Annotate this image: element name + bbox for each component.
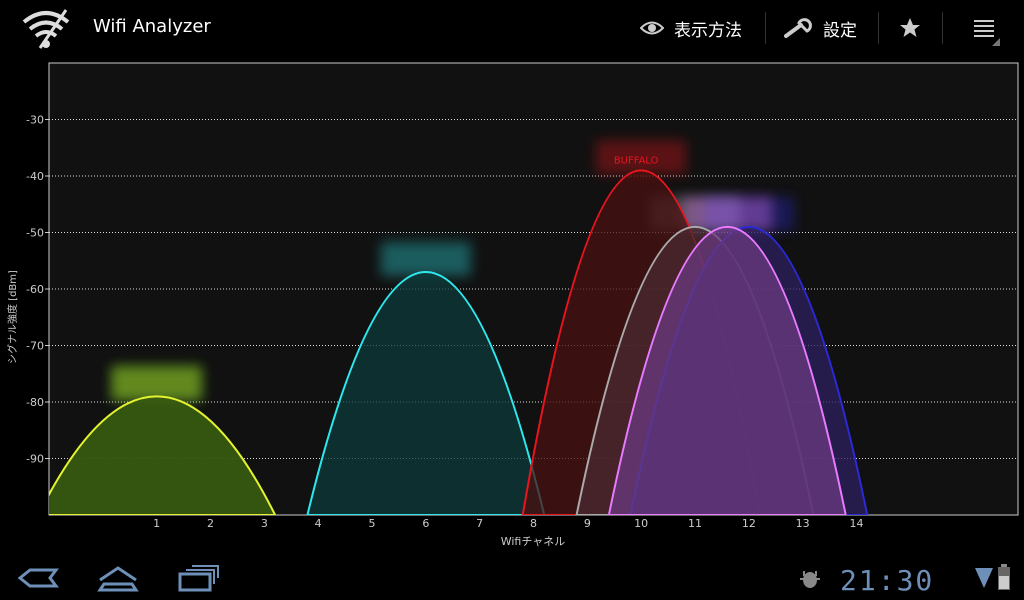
overflow-menu-icon [974, 20, 994, 37]
x-tick-label: 14 [850, 517, 864, 530]
android-debug-icon [800, 571, 820, 588]
view-mode-button[interactable]: 表示方法 [640, 10, 742, 46]
divider [765, 12, 766, 44]
y-tick-label: -80 [26, 396, 44, 409]
menu-corner-indicator [992, 38, 1000, 46]
network-labels: BUFFALO [614, 155, 659, 166]
x-tick-label: 1 [153, 517, 160, 530]
x-tick-label: 13 [796, 517, 810, 530]
network-label-glow [380, 242, 471, 277]
action-bar: Wifi Analyzer 表示方法 設定 [0, 0, 1024, 56]
home-icon[interactable] [96, 562, 140, 594]
wrench-icon [784, 18, 812, 38]
x-axis-ticks: 1 2 3 4 5 6 7 8 9 10 11 12 13 14 [153, 517, 863, 530]
network-ssid-label: BUFFALO [614, 155, 659, 166]
x-tick-label: 10 [634, 517, 648, 530]
wifi-signal-icon[interactable] [20, 8, 72, 50]
star-icon [900, 18, 920, 37]
network-label-glow [111, 366, 202, 401]
clock[interactable]: 21:30 [840, 564, 934, 597]
settings-button[interactable]: 設定 [783, 10, 857, 46]
signal-chart: -30 -40 -50 -60 -70 -80 -90 1 2 3 4 5 6 7 8 9 10 11 12 13 1… [0, 56, 1024, 556]
y-tick-label: -90 [26, 453, 44, 466]
channel-graph: -30-40-50-60-70-80-90 1 2 3 4 5 6 7 8 9 10 11 12 13 1… [6, 62, 1019, 548]
eye-icon [640, 21, 664, 35]
x-tick-label: 9 [584, 517, 591, 530]
x-axis-label: Wifiチャネル [501, 535, 566, 548]
wifi-status-icon [975, 568, 993, 588]
x-tick-label: 12 [742, 517, 756, 530]
recent-apps-icon[interactable] [176, 562, 220, 594]
y-tick-label: -60 [26, 283, 44, 296]
y-tick-label: -30 [26, 114, 44, 127]
x-tick-label: 7 [476, 517, 483, 530]
app-title: Wifi Analyzer [93, 16, 211, 37]
y-tick-label: -40 [26, 170, 44, 183]
x-tick-label: 2 [207, 517, 214, 530]
favorite-button[interactable] [899, 10, 921, 46]
x-tick-label: 11 [688, 517, 702, 530]
battery-icon [998, 564, 1010, 590]
x-tick-label: 3 [261, 517, 268, 530]
settings-label: 設定 [823, 20, 857, 41]
back-icon[interactable] [16, 562, 60, 594]
x-tick-label: 4 [315, 517, 322, 530]
y-axis-label: シグナル強度 [dBm] [6, 270, 19, 364]
y-tick-label: -70 [26, 340, 44, 353]
view-mode-label: 表示方法 [674, 20, 742, 41]
network-label-glow [682, 196, 773, 231]
divider [942, 12, 943, 44]
x-tick-label: 5 [369, 517, 376, 530]
x-tick-label: 6 [422, 517, 429, 530]
y-tick-label: -50 [26, 227, 44, 240]
system-bar: 21:30 [0, 556, 1024, 600]
divider [878, 12, 879, 44]
y-axis-ticks: -30 -40 -50 -60 -70 -80 -90 [26, 114, 49, 466]
x-tick-label: 8 [530, 517, 537, 530]
